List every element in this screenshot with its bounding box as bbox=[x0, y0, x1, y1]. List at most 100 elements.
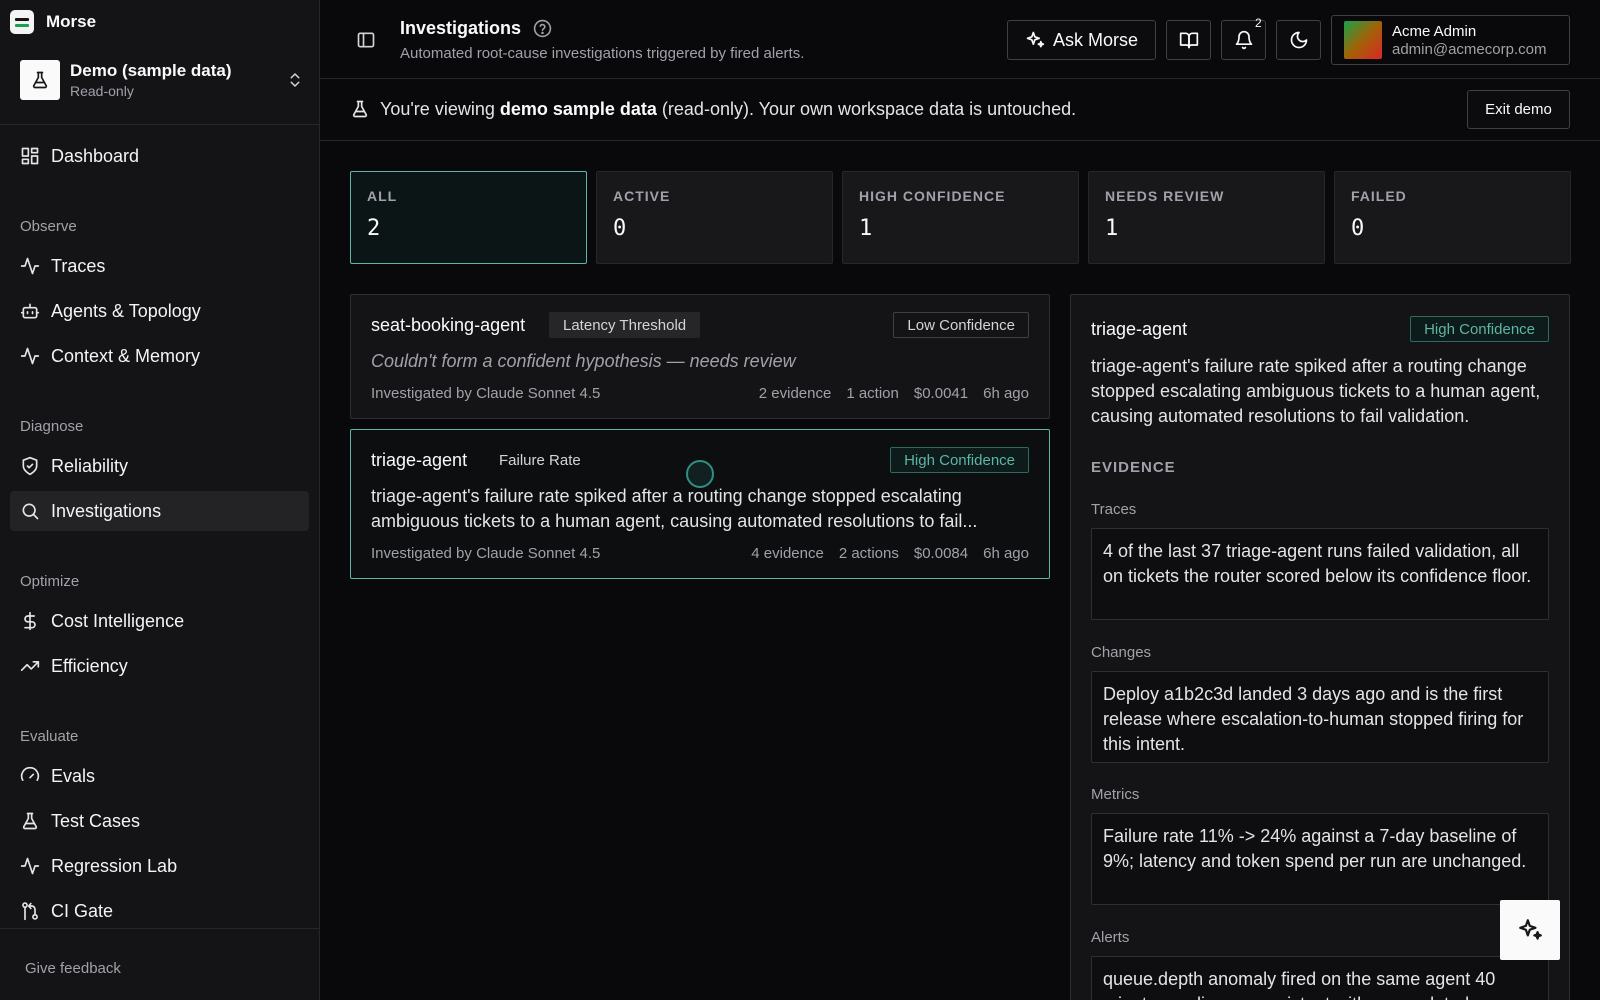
stat-label: ACTIVE bbox=[613, 188, 671, 204]
search-icon bbox=[22, 503, 39, 520]
sidebar-item-label: Context & Memory bbox=[51, 345, 201, 366]
workspace-switcher[interactable]: Demo (sample data) Read-only bbox=[20, 58, 304, 102]
stat-value: 0 bbox=[1351, 216, 1365, 241]
stat-tab-needs-review[interactable]: NEEDS REVIEW 1 bbox=[1088, 171, 1325, 264]
stat-tab-failed[interactable]: FAILED 0 bbox=[1334, 171, 1571, 264]
activity-icon bbox=[20, 257, 40, 275]
sidebar-item-label: Cost Intelligence bbox=[51, 610, 185, 631]
flask-icon bbox=[352, 100, 368, 118]
investigation-age: 6h ago bbox=[983, 545, 1029, 562]
page-title: Investigations bbox=[400, 18, 522, 38]
help-circle-icon[interactable] bbox=[533, 19, 552, 38]
stat-label: HIGH CONFIDENCE bbox=[859, 188, 1006, 204]
stat-value: 2 bbox=[367, 216, 381, 241]
sidebar-item-regression-lab[interactable]: Regression Lab bbox=[10, 846, 309, 886]
pointer-indicator bbox=[686, 460, 714, 488]
stat-tab-active[interactable]: ACTIVE 0 bbox=[596, 171, 833, 264]
evidence-label: Alerts bbox=[1091, 929, 1130, 946]
investigation-card[interactable]: seat-booking-agent Latency Threshold Low… bbox=[350, 294, 1050, 419]
evidence-box: 4 of the last 37 triage-agent runs faile… bbox=[1091, 528, 1549, 620]
brand-name: Morse bbox=[46, 12, 97, 31]
evidence-box: Deploy a1b2c3d landed 3 days ago and is … bbox=[1091, 671, 1549, 763]
flask-icon bbox=[22, 812, 38, 830]
sidebar-item-reliability[interactable]: Reliability bbox=[10, 446, 309, 486]
sidebar-item-label: Investigations bbox=[51, 500, 162, 521]
sidebar-item-agents-topology[interactable]: Agents & Topology bbox=[10, 291, 309, 331]
activity-icon bbox=[20, 347, 40, 365]
notification-badge: 2 bbox=[1255, 16, 1262, 30]
sidebar-item-investigations[interactable]: Investigations bbox=[10, 491, 309, 531]
investigator: Investigated by Claude Sonnet 4.5 bbox=[371, 545, 601, 562]
evidence-box: queue.depth anomaly fired on the same ag… bbox=[1091, 956, 1549, 1000]
sidebar-item-context-memory[interactable]: Context & Memory bbox=[10, 336, 309, 376]
avatar bbox=[1344, 21, 1382, 59]
action-count: 1 action bbox=[846, 385, 899, 402]
investigation-cost: $0.0041 bbox=[913, 385, 969, 402]
layout-dashboard-icon bbox=[21, 147, 39, 165]
sidebar-item-efficiency[interactable]: Efficiency bbox=[10, 646, 309, 686]
brand[interactable]: Morse bbox=[10, 10, 96, 34]
evidence-label: Traces bbox=[1091, 501, 1137, 518]
stat-value: 1 bbox=[1105, 216, 1119, 241]
investigation-agent: triage-agent bbox=[371, 450, 468, 470]
stat-label: ALL bbox=[367, 188, 398, 204]
sidebar-item-ci-gate[interactable]: CI Gate bbox=[10, 891, 309, 931]
user-menu[interactable]: Acme Admin admin@acmecorp.com bbox=[1331, 15, 1570, 65]
stat-tab-all[interactable]: ALL 2 bbox=[350, 171, 587, 264]
stat-tab-high-confidence[interactable]: HIGH CONFIDENCE 1 bbox=[842, 171, 1079, 264]
bell-icon bbox=[1235, 30, 1252, 50]
sidebar-item-label: Dashboard bbox=[51, 145, 140, 166]
sidebar-item-evals[interactable]: Evals bbox=[10, 756, 309, 796]
sidebar-item-test-cases[interactable]: Test Cases bbox=[10, 801, 309, 841]
gauge-icon bbox=[20, 766, 40, 781]
sidebar-divider bbox=[0, 124, 319, 125]
detail-summary: triage-agent's failure rate spiked after… bbox=[1091, 356, 1541, 426]
evidence-box: Failure rate 11% -> 24% against a 7-day … bbox=[1091, 813, 1549, 905]
user-email: admin@acmecorp.com bbox=[1392, 40, 1547, 58]
chevrons-up-down-icon bbox=[290, 73, 300, 87]
morse-logo-icon bbox=[10, 10, 34, 34]
sidebar-divider bbox=[0, 928, 319, 929]
sparkles-icon bbox=[1519, 919, 1542, 940]
sidebar-item-label: Agents & Topology bbox=[51, 300, 201, 321]
exit-demo-button[interactable]: Exit demo bbox=[1467, 90, 1570, 129]
give-feedback-link[interactable]: Give feedback bbox=[25, 960, 121, 977]
sidebar-toggle-icon[interactable] bbox=[356, 30, 376, 50]
stat-value: 0 bbox=[613, 216, 627, 241]
investigation-card[interactable]: triage-agent Failure Rate High Confidenc… bbox=[350, 429, 1050, 579]
stat-label: NEEDS REVIEW bbox=[1105, 188, 1225, 204]
investigation-meta: 2 evidence 1 action $0.0041 6h ago bbox=[759, 385, 1029, 402]
git-pull-request-icon bbox=[22, 902, 38, 921]
banner-prefix: You're viewing bbox=[380, 99, 500, 119]
ask-morse-label: Ask Morse bbox=[1052, 29, 1139, 50]
stat-label: FAILED bbox=[1351, 188, 1407, 204]
theme-toggle-button[interactable] bbox=[1276, 20, 1321, 60]
trending-up-icon bbox=[20, 661, 40, 671]
workspace-mode: Read-only bbox=[70, 83, 134, 99]
ask-assistant-fab[interactable] bbox=[1500, 900, 1560, 960]
trigger-badge: Latency Threshold bbox=[549, 312, 701, 338]
sidebar-item-label: Efficiency bbox=[51, 655, 128, 676]
banner-emphasis: demo sample data bbox=[499, 99, 657, 119]
moon-icon bbox=[1290, 31, 1307, 49]
confidence-badge: High Confidence bbox=[890, 447, 1029, 473]
investigation-age: 6h ago bbox=[983, 385, 1029, 402]
ask-morse-button[interactable]: Ask Morse bbox=[1007, 20, 1156, 60]
section-evaluate: Evaluate bbox=[20, 728, 79, 745]
detail-confidence-badge: High Confidence bbox=[1410, 316, 1549, 342]
sidebar-item-dashboard[interactable]: Dashboard bbox=[10, 136, 309, 176]
investigation-detail-panel: triage-agent High Confidence triage-agen… bbox=[1070, 294, 1570, 1000]
workspace-name: Demo (sample data) bbox=[70, 61, 232, 80]
top-header: Investigations Automated root-cause inve… bbox=[320, 0, 1600, 79]
dollar-icon bbox=[24, 611, 36, 631]
docs-button[interactable] bbox=[1166, 20, 1211, 60]
confidence-badge: Low Confidence bbox=[893, 312, 1029, 338]
flask-icon bbox=[20, 60, 60, 100]
investigation-cost: $0.0084 bbox=[913, 545, 969, 562]
section-diagnose: Diagnose bbox=[20, 418, 84, 435]
book-open-icon bbox=[1179, 32, 1198, 49]
evidence-count: 4 evidence bbox=[751, 545, 824, 562]
sidebar-item-cost-intelligence[interactable]: Cost Intelligence bbox=[10, 601, 309, 641]
sidebar-item-traces[interactable]: Traces bbox=[10, 246, 309, 286]
demo-banner-text: You're viewing demo sample data (read-on… bbox=[380, 99, 1076, 120]
